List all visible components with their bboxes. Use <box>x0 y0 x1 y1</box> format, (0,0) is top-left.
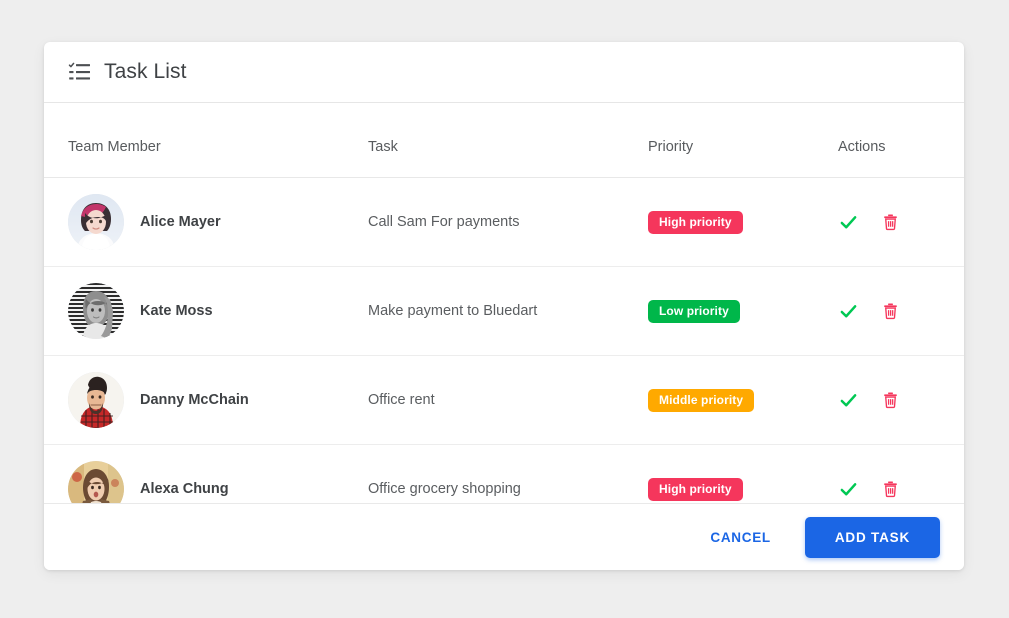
cell-actions <box>838 355 964 445</box>
card-header: Task List <box>44 42 964 103</box>
column-header-actions: Actions <box>838 103 964 178</box>
task-table-scroll-area[interactable]: Team Member Task Priority Actions Alice … <box>44 103 964 503</box>
task-text: Office rent <box>368 392 435 408</box>
cell-task: Call Sam For payments <box>368 177 648 267</box>
cell-priority: Middle priority <box>648 355 838 445</box>
cell-team-member: Kate Moss <box>44 266 368 356</box>
avatar <box>68 283 124 339</box>
check-icon <box>839 391 858 410</box>
task-list-card: Task List Team Member Task Priority Acti… <box>44 42 964 570</box>
check-icon <box>839 213 858 232</box>
table-body: Alice Mayer Call Sam For payments High p… <box>44 177 964 503</box>
cell-actions <box>838 266 964 356</box>
member-name: Alexa Chung <box>140 481 229 497</box>
add-task-button[interactable]: ADD TASK <box>804 516 940 558</box>
avatar <box>68 194 124 250</box>
trash-icon <box>882 302 899 320</box>
delete-task-button[interactable] <box>880 478 900 500</box>
cell-priority: High priority <box>648 177 838 267</box>
task-text: Office grocery shopping <box>368 481 521 497</box>
check-icon <box>839 302 858 321</box>
complete-task-button[interactable] <box>838 389 858 411</box>
column-header-priority: Priority <box>648 103 838 178</box>
table-row[interactable]: Danny McChain Office rent Middle priorit… <box>44 355 964 445</box>
table-header-row: Team Member Task Priority Actions <box>44 103 964 178</box>
table-row[interactable]: Alice Mayer Call Sam For payments High p… <box>44 177 964 267</box>
check-icon <box>839 480 858 499</box>
table-row[interactable]: Kate Moss Make payment to Bluedart Low p… <box>44 266 964 356</box>
delete-task-button[interactable] <box>880 300 900 322</box>
priority-badge: High priority <box>648 210 743 234</box>
cell-priority: Low priority <box>648 266 838 356</box>
cell-team-member: Danny McChain <box>44 355 368 445</box>
trash-icon <box>882 480 899 498</box>
cell-task: Make payment to Bluedart <box>368 266 648 356</box>
trash-icon <box>882 213 899 231</box>
priority-badge: High priority <box>648 477 743 501</box>
cell-task: Office rent <box>368 355 648 445</box>
card-footer: CANCEL ADD TASK <box>44 503 964 570</box>
member-name: Kate Moss <box>140 303 213 319</box>
cell-team-member: Alexa Chung <box>44 444 368 503</box>
cell-team-member: Alice Mayer <box>44 177 368 267</box>
task-table: Team Member Task Priority Actions Alice … <box>44 103 964 503</box>
complete-task-button[interactable] <box>838 300 858 322</box>
cell-task: Office grocery shopping <box>368 444 648 503</box>
trash-icon <box>882 391 899 409</box>
priority-badge: Middle priority <box>648 388 755 412</box>
complete-task-button[interactable] <box>838 211 858 233</box>
cell-actions <box>838 444 964 503</box>
column-header-task: Task <box>368 103 648 178</box>
cell-actions <box>838 177 964 267</box>
avatar <box>68 461 124 503</box>
delete-task-button[interactable] <box>880 389 900 411</box>
page-title: Task List <box>104 60 187 83</box>
cancel-button[interactable]: CANCEL <box>704 522 776 553</box>
table-head: Team Member Task Priority Actions <box>44 103 964 178</box>
delete-task-button[interactable] <box>880 211 900 233</box>
priority-badge: Low priority <box>648 299 740 323</box>
column-header-team-member: Team Member <box>44 103 368 178</box>
task-text: Call Sam For payments <box>368 214 520 230</box>
member-name: Danny McChain <box>140 392 249 408</box>
cell-priority: High priority <box>648 444 838 503</box>
checklist-icon <box>68 60 92 84</box>
table-row[interactable]: Alexa Chung Office grocery shopping High… <box>44 444 964 503</box>
task-text: Make payment to Bluedart <box>368 303 538 319</box>
avatar <box>68 372 124 428</box>
complete-task-button[interactable] <box>838 478 858 500</box>
member-name: Alice Mayer <box>140 214 221 230</box>
